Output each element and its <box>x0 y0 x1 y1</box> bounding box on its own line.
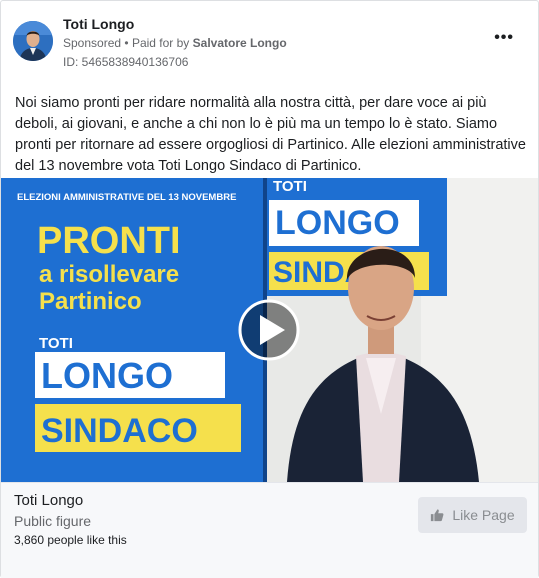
poster-header: ELEZIONI AMMINISTRATIVE DEL 13 NOVEMBRE <box>17 192 236 203</box>
video-frame: TOTI LONGO SINDACO ELEZIONI AMMINISTRATI… <box>1 178 538 482</box>
sponsor-line: Sponsored • Paid for by Salvatore Longo <box>63 36 287 50</box>
play-button[interactable] <box>238 299 300 361</box>
thumbs-up-icon <box>431 509 444 522</box>
ad-card: Toti Longo Sponsored • Paid for by Salva… <box>0 0 539 578</box>
poster-last-name: LONGO <box>41 355 173 396</box>
poster-line-3: Partinico <box>39 288 142 315</box>
like-page-label: Like Page <box>452 507 515 523</box>
page-name-link[interactable]: Toti Longo <box>63 16 134 32</box>
wall-first-name: TOTI <box>273 178 307 195</box>
video-player[interactable]: TOTI LONGO SINDACO ELEZIONI AMMINISTRATI… <box>1 178 538 482</box>
page-footer: Toti Longo Public figure 3,860 people li… <box>1 482 538 578</box>
paid-for-prefix: Paid for by <box>131 36 190 50</box>
page-like-count: 3,860 people like this <box>14 533 127 547</box>
post-header: Toti Longo Sponsored • Paid for by Salva… <box>13 15 526 71</box>
avatar[interactable] <box>13 21 53 61</box>
more-options-button[interactable]: ••• <box>494 29 514 47</box>
like-page-button[interactable]: Like Page <box>418 497 527 533</box>
paid-for-name: Salvatore Longo <box>192 36 287 50</box>
poster-line-1: PRONTI <box>37 220 181 262</box>
wall-last-name: LONGO <box>275 204 400 242</box>
poster-line-2: a risollevare <box>39 261 179 288</box>
separator-dot: • <box>124 36 129 50</box>
poster-first-name: TOTI <box>39 335 73 352</box>
sponsored-label: Sponsored <box>63 36 122 50</box>
poster-role: SINDACO <box>41 412 198 450</box>
footer-page-name[interactable]: Toti Longo <box>14 492 83 509</box>
post-body: Noi siamo pronti per ridare normalità al… <box>15 95 526 174</box>
page-category: Public figure <box>14 513 92 529</box>
ad-id: ID: 5465838940136706 <box>63 55 189 69</box>
